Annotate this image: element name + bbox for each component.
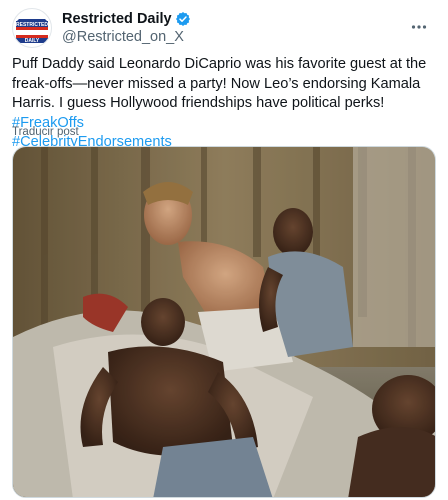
avatar-logo: RESTRICTED DAILY xyxy=(16,19,48,44)
media-photo xyxy=(13,147,435,497)
display-name[interactable]: Restricted Daily xyxy=(62,10,172,28)
author-handle[interactable]: @Restricted_on_X xyxy=(62,28,191,46)
more-dots-icon[interactable] xyxy=(406,14,432,40)
tweet-header: RESTRICTED DAILY Restricted Daily @Restr… xyxy=(12,8,436,48)
name-row: Restricted Daily xyxy=(62,10,191,28)
author-names: Restricted Daily @Restricted_on_X xyxy=(62,10,191,46)
tweet-text: Puff Daddy said Leonardo DiCaprio was hi… xyxy=(12,56,427,111)
translate-post-link[interactable]: Traducir post xyxy=(12,126,79,138)
avatar-text-bottom: DAILY xyxy=(25,38,40,44)
verified-badge-icon xyxy=(175,11,191,27)
tweet-media-image[interactable] xyxy=(12,146,436,498)
avatar[interactable]: RESTRICTED DAILY xyxy=(12,8,52,48)
avatar-text-top: RESTRICTED xyxy=(16,22,48,28)
tweet-card: RESTRICTED DAILY Restricted Daily @Restr… xyxy=(0,0,448,500)
